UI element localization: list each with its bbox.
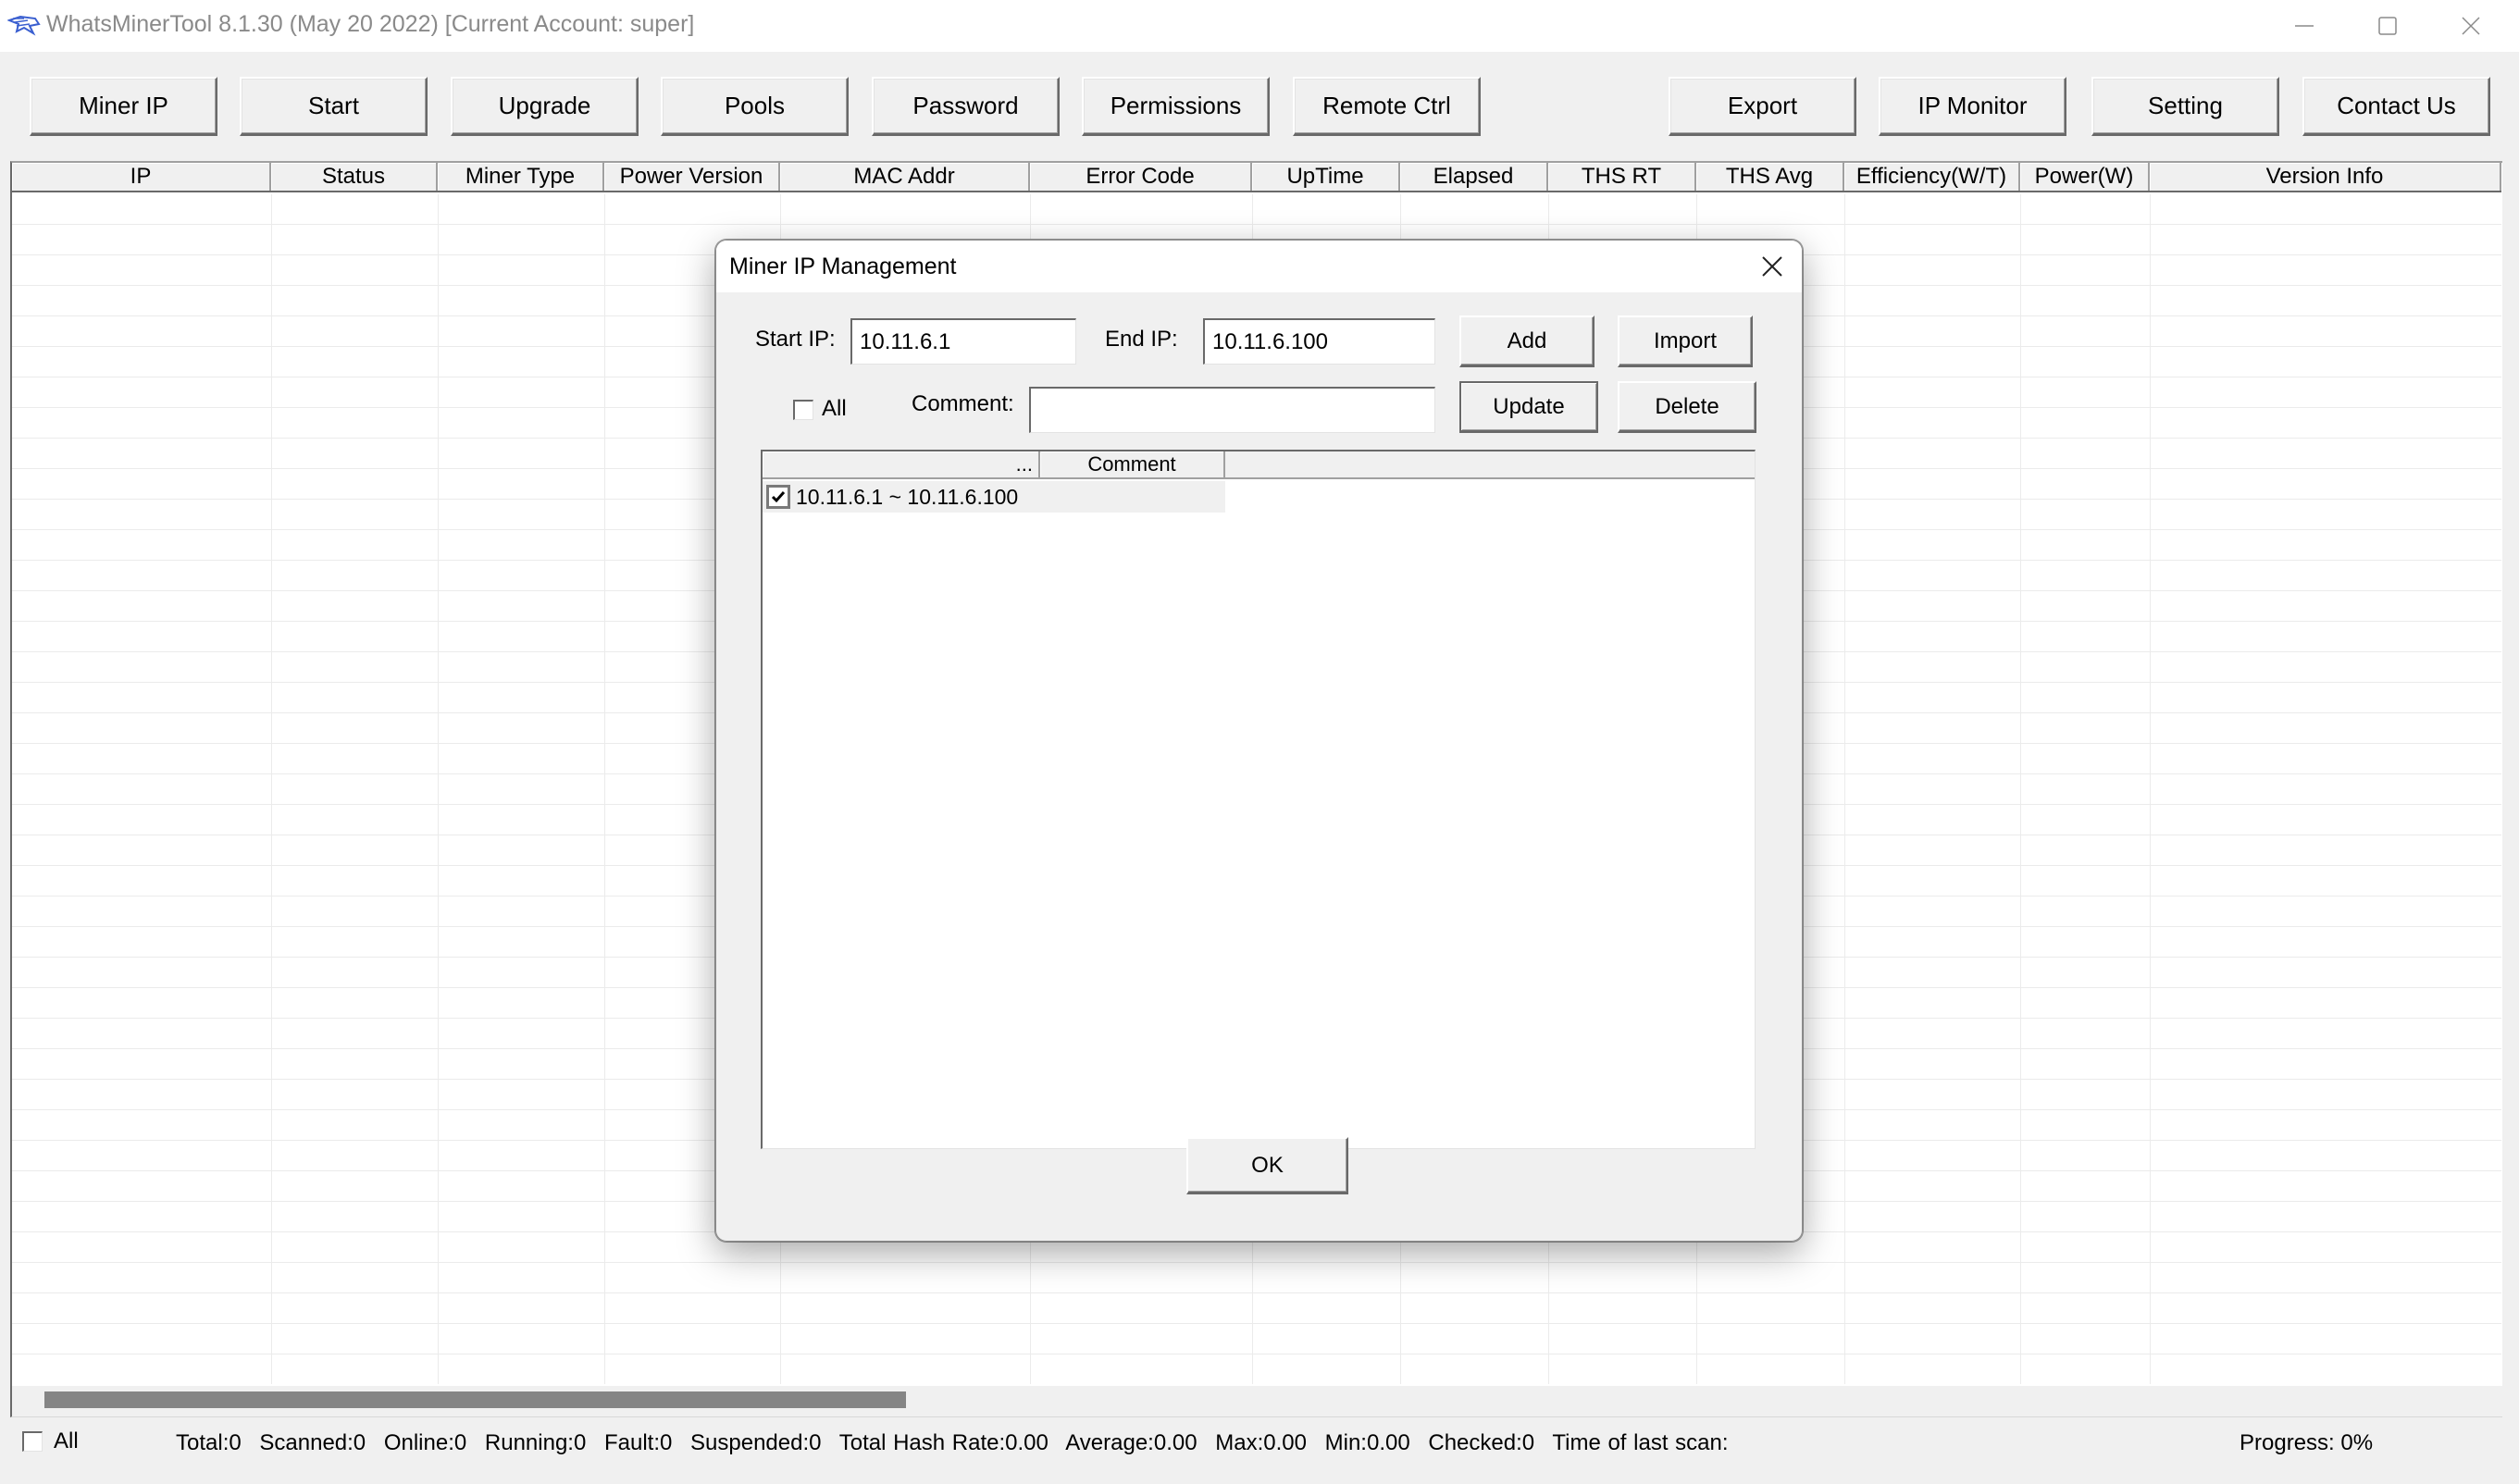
delete-button[interactable]: Delete — [1618, 381, 1756, 433]
password-button[interactable]: Password — [872, 77, 1060, 136]
start-ip-input[interactable] — [850, 318, 1076, 365]
title-bar: WhatsMinerTool 8.1.30 (May 20 2022) [Cur… — [0, 0, 2519, 52]
list-column-range[interactable]: ... — [763, 451, 1040, 477]
column-header-version-info[interactable]: Version Info — [2150, 163, 2501, 191]
remote-ctrl-button[interactable]: Remote Ctrl — [1293, 77, 1481, 136]
column-header-ths-avg[interactable]: THS Avg — [1696, 163, 1844, 191]
minimize-button[interactable] — [2263, 0, 2346, 52]
status-fault: Fault:0 — [603, 1430, 673, 1455]
ok-button[interactable]: OK — [1186, 1137, 1348, 1194]
status-average: Average:0.00 — [1065, 1430, 1197, 1455]
status-summary: Total:0 Scanned:0 Online:0 Running:0 Fau… — [176, 1430, 1740, 1456]
status-total: Total:0 — [176, 1430, 242, 1455]
status-min: Min:0.00 — [1324, 1430, 1410, 1455]
ip-range-row[interactable]: 10.11.6.1 ~ 10.11.6.100 — [763, 481, 1225, 513]
column-header-error-code[interactable]: Error Code — [1030, 163, 1252, 191]
contact-us-button[interactable]: Contact Us — [2302, 77, 2490, 136]
status-max: Max:0.00 — [1215, 1430, 1307, 1455]
start-button[interactable]: Start — [240, 77, 428, 136]
horizontal-scrollbar-thumb[interactable] — [44, 1391, 906, 1408]
status-running: Running:0 — [484, 1430, 587, 1455]
maximize-button[interactable] — [2346, 0, 2429, 52]
column-header-ths-rt[interactable]: THS RT — [1548, 163, 1696, 191]
whatsminer-logo-icon — [6, 13, 41, 37]
progress-indicator: Progress: 0% — [2240, 1430, 2374, 1455]
dialog-select-all-checkbox[interactable] — [793, 400, 813, 420]
upgrade-button[interactable]: Upgrade — [451, 77, 639, 136]
ip-monitor-button[interactable]: IP Monitor — [1879, 77, 2066, 136]
column-header-efficiency[interactable]: Efficiency(W/T) — [1844, 163, 2020, 191]
grid-line — [2150, 194, 2151, 1384]
grid-line — [2020, 194, 2021, 1384]
close-icon — [1762, 256, 1782, 277]
column-header-power[interactable]: Power(W) — [2020, 163, 2150, 191]
pools-button[interactable]: Pools — [661, 77, 849, 136]
column-header-mac-addr[interactable]: MAC Addr — [780, 163, 1030, 191]
list-column-comment[interactable]: Comment — [1040, 451, 1225, 477]
export-button[interactable]: Export — [1669, 77, 1856, 136]
comment-input[interactable] — [1029, 387, 1435, 433]
end-ip-label: End IP: — [1105, 327, 1178, 352]
ip-range-row-checkbox[interactable] — [766, 485, 790, 509]
status-checked: Checked:0 — [1428, 1430, 1535, 1455]
grid-line — [1844, 194, 1845, 1384]
dialog-close-button[interactable] — [1754, 250, 1791, 283]
select-all-label: All — [54, 1428, 79, 1453]
column-header-elapsed[interactable]: Elapsed — [1400, 163, 1548, 191]
column-header-miner-type[interactable]: Miner Type — [438, 163, 604, 191]
maximize-icon — [2378, 17, 2397, 35]
column-header-power-version[interactable]: Power Version — [604, 163, 780, 191]
ip-range-list[interactable]: ... Comment 10.11.6.1 ~ 10.11.6.100 — [761, 450, 1756, 1149]
ip-range-text: 10.11.6.1 ~ 10.11.6.100 — [796, 485, 1019, 509]
dialog-select-all-label: All — [822, 396, 847, 421]
dialog-title-bar[interactable]: Miner IP Management — [716, 241, 1802, 292]
status-online: Online:0 — [383, 1430, 467, 1455]
miner-ip-management-dialog: Miner IP Management Start IP: End IP: Ad… — [715, 240, 1803, 1242]
status-suspended: Suspended:0 — [690, 1430, 822, 1455]
status-last-scan-time: Time of last scan: — [1552, 1430, 1729, 1455]
window-title: WhatsMinerTool 8.1.30 (May 20 2022) [Cur… — [46, 11, 695, 37]
update-button[interactable]: Update — [1459, 381, 1598, 433]
column-header-ip[interactable]: IP — [12, 163, 271, 191]
status-scanned: Scanned:0 — [259, 1430, 366, 1455]
horizontal-scrollbar[interactable] — [10, 1386, 2502, 1417]
grid-line — [271, 194, 272, 1384]
ip-range-list-header: ... Comment — [763, 451, 1755, 479]
minimize-icon — [2295, 25, 2314, 27]
close-icon — [2462, 17, 2480, 35]
checkmark-icon — [771, 491, 786, 503]
select-all-miners-checkbox[interactable] — [22, 1431, 43, 1452]
status-total-hash-rate: Total Hash Rate:0.00 — [838, 1430, 1049, 1455]
setting-button[interactable]: Setting — [2091, 77, 2279, 136]
grid-line — [604, 194, 605, 1384]
end-ip-input[interactable] — [1203, 318, 1435, 365]
import-button[interactable]: Import — [1618, 315, 1753, 367]
miner-ip-button[interactable]: Miner IP — [30, 77, 217, 136]
miner-table-header: IP Status Miner Type Power Version MAC A… — [12, 163, 2501, 192]
column-header-status[interactable]: Status — [271, 163, 438, 191]
column-header-uptime[interactable]: UpTime — [1252, 163, 1400, 191]
add-range-button[interactable]: Add — [1459, 315, 1595, 367]
permissions-button[interactable]: Permissions — [1082, 77, 1270, 136]
dialog-title: Miner IP Management — [729, 254, 957, 279]
start-ip-label: Start IP: — [755, 327, 836, 352]
close-window-button[interactable] — [2429, 0, 2513, 52]
comment-label: Comment: — [912, 391, 1014, 416]
grid-line — [438, 194, 439, 1384]
